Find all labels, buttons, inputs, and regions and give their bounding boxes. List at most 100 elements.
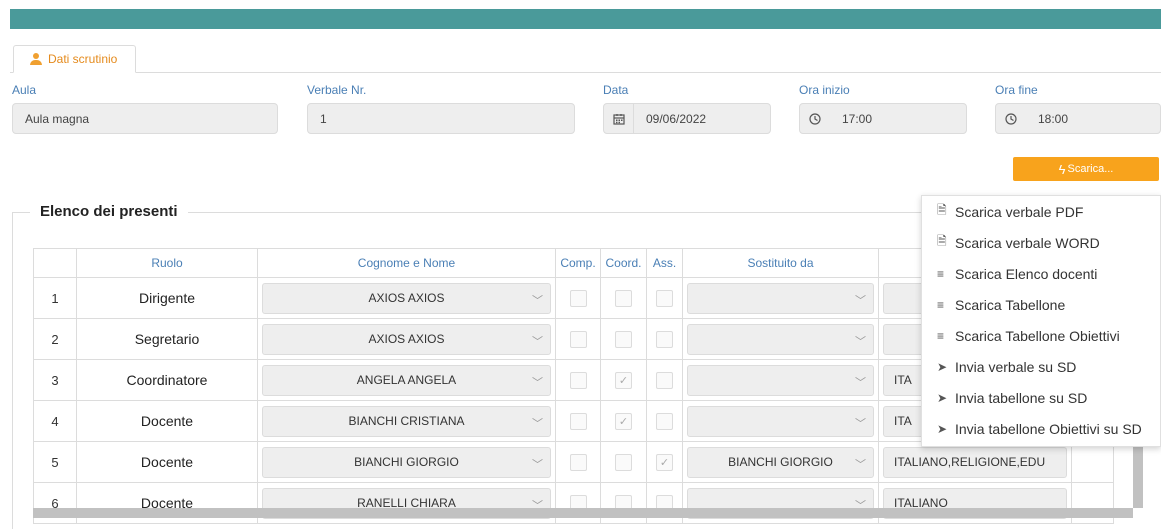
aula-label: Aula (12, 83, 37, 97)
comp-checkbox[interactable] (569, 371, 587, 389)
file-icon: 🗎 (937, 234, 947, 248)
row-ruolo: Docente (76, 441, 258, 483)
menu-item[interactable]: 🗎 Scarica verbale PDF (922, 196, 1160, 227)
chevron-down-icon: ﹀ (855, 294, 866, 307)
comp-checkbox[interactable] (569, 289, 587, 307)
clock-icon (996, 104, 1026, 133)
ass-checkbox[interactable] (656, 289, 673, 307)
ass-checkbox[interactable] (656, 412, 673, 430)
ora-inizio-label: Ora inizio (799, 83, 850, 97)
send-icon: ➤ (937, 359, 948, 374)
row-ruolo: Coordinatore (76, 359, 258, 401)
chevron-down-icon: ﹀ (532, 458, 543, 471)
row-number: 2 (33, 318, 77, 360)
menu-item[interactable]: 🗎 Scarica verbale WORD (922, 227, 1160, 258)
menu-item-label: Invia tabellone su SD (955, 389, 1088, 406)
nome-select[interactable]: AXIOS AXIOS ﹀ (262, 282, 551, 314)
aula-field[interactable]: Aula magna (12, 103, 278, 134)
menu-item[interactable]: ≡ Scarica Tabellone (922, 289, 1160, 320)
chevron-down-icon: ﹀ (855, 376, 866, 389)
scarica-button[interactable]: ϟ Scarica... (1013, 157, 1159, 181)
coord-checkbox[interactable]: ✓ (615, 412, 632, 430)
sostituito-select[interactable]: ﹀ (687, 405, 874, 437)
menu-item[interactable]: ➤ Invia verbale su SD (922, 351, 1160, 382)
nome-value: ANGELA ANGELA (356, 373, 457, 387)
nome-value: BIANCHI GIORGIO (354, 455, 459, 469)
chevron-down-icon: ﹀ (855, 335, 866, 348)
header-ass: Ass. (646, 248, 683, 278)
send-icon: ➤ (937, 421, 948, 436)
ass-checkbox[interactable] (656, 330, 673, 348)
calendar-icon (604, 104, 634, 133)
user-icon (30, 53, 42, 65)
ora-fine-field[interactable]: 18:00 (995, 103, 1161, 134)
chevron-down-icon: ﹀ (532, 376, 543, 389)
coord-checkbox[interactable] (615, 289, 632, 307)
nome-select[interactable]: BIANCHI GIORGIO ﹀ (262, 446, 551, 478)
nome-value: AXIOS AXIOS (368, 332, 445, 346)
header-ruolo: Ruolo (76, 248, 258, 278)
row-ruolo: Docente (76, 400, 258, 442)
horizontal-scrollbar[interactable] (33, 508, 1133, 518)
coord-checkbox[interactable] (615, 453, 632, 471)
data-label: Data (603, 83, 629, 97)
nome-value: AXIOS AXIOS (368, 291, 445, 305)
aula-value: Aula magna (25, 111, 90, 126)
tab-divider (10, 72, 1161, 73)
comp-checkbox[interactable] (569, 412, 587, 430)
coord-checkbox[interactable]: ✓ (615, 371, 632, 389)
chevron-down-icon: ﹀ (532, 335, 543, 348)
vertical-scrollbar[interactable] (1133, 443, 1143, 508)
row-extra (1071, 441, 1114, 483)
list-icon: ≡ (937, 266, 945, 281)
send-icon: ➤ (937, 390, 948, 405)
data-field[interactable]: 09/06/2022 (603, 103, 771, 134)
data-value: 09/06/2022 (646, 111, 707, 126)
row-number: 5 (33, 441, 77, 483)
header-num (33, 248, 77, 278)
menu-item[interactable]: ➤ Invia tabellone su SD (922, 382, 1160, 413)
sostituito-select[interactable]: ﹀ (687, 282, 874, 314)
chevron-down-icon: ﹀ (855, 417, 866, 430)
ass-checkbox[interactable] (656, 371, 673, 389)
nome-value: BIANCHI CRISTIANA (348, 414, 465, 428)
ass-checkbox[interactable]: ✓ (656, 453, 673, 471)
menu-item-label: Scarica verbale PDF (955, 203, 1084, 220)
comp-checkbox[interactable] (569, 453, 587, 471)
ora-inizio-field[interactable]: 17:00 (799, 103, 967, 134)
sostituito-select[interactable]: ﹀ (687, 323, 874, 355)
chevron-down-icon: ﹀ (855, 458, 866, 471)
menu-item[interactable]: ➤ Invia tabellone Obiettivi su SD (922, 413, 1160, 444)
row-ruolo: Segretario (76, 318, 258, 360)
verbale-label: Verbale Nr. (307, 83, 367, 97)
tab-dati-scrutinio[interactable]: Dati scrutinio (13, 45, 136, 73)
sostituito-select[interactable]: BIANCHI GIORGIO ﹀ (687, 446, 874, 478)
menu-item[interactable]: ≡ Scarica Tabellone Obiettivi (922, 320, 1160, 351)
coord-checkbox[interactable] (615, 330, 632, 348)
bolt-icon: ϟ (1058, 161, 1066, 177)
materie-field[interactable]: ITALIANO,RELIGIONE,EDU (883, 446, 1067, 478)
sostituito-select[interactable]: ﹀ (687, 364, 874, 396)
list-icon: ≡ (937, 297, 945, 312)
scarica-menu: 🗎 Scarica verbale PDF 🗎 Scarica verbale WOR… (921, 195, 1161, 447)
list-icon: ≡ (937, 328, 945, 343)
header-sostituito: Sostituito da (682, 248, 879, 278)
chevron-down-icon: ﹀ (532, 417, 543, 430)
ora-fine-label: Ora fine (995, 83, 1038, 97)
nome-select[interactable]: AXIOS AXIOS ﹀ (262, 323, 551, 355)
ora-fine-value: 18:00 (1038, 111, 1069, 126)
comp-checkbox[interactable] (569, 330, 587, 348)
sostituito-value: BIANCHI GIORGIO (728, 455, 833, 469)
verbale-field[interactable]: 1 (307, 103, 575, 134)
nome-select[interactable]: BIANCHI CRISTIANA ﹀ (262, 405, 551, 437)
clock-icon (800, 104, 830, 133)
top-header-bar (10, 9, 1161, 29)
menu-item[interactable]: ≡ Scarica Elenco docenti (922, 258, 1160, 289)
nome-select[interactable]: ANGELA ANGELA ﹀ (262, 364, 551, 396)
materie-value: ITA (894, 373, 912, 387)
tab-label: Dati scrutinio (48, 52, 118, 66)
menu-item-label: Scarica Tabellone Obiettivi (955, 327, 1120, 344)
header-nome: Cognome e Nome (257, 248, 556, 278)
row-ruolo: Dirigente (76, 277, 258, 319)
header-comp: Comp. (555, 248, 601, 278)
